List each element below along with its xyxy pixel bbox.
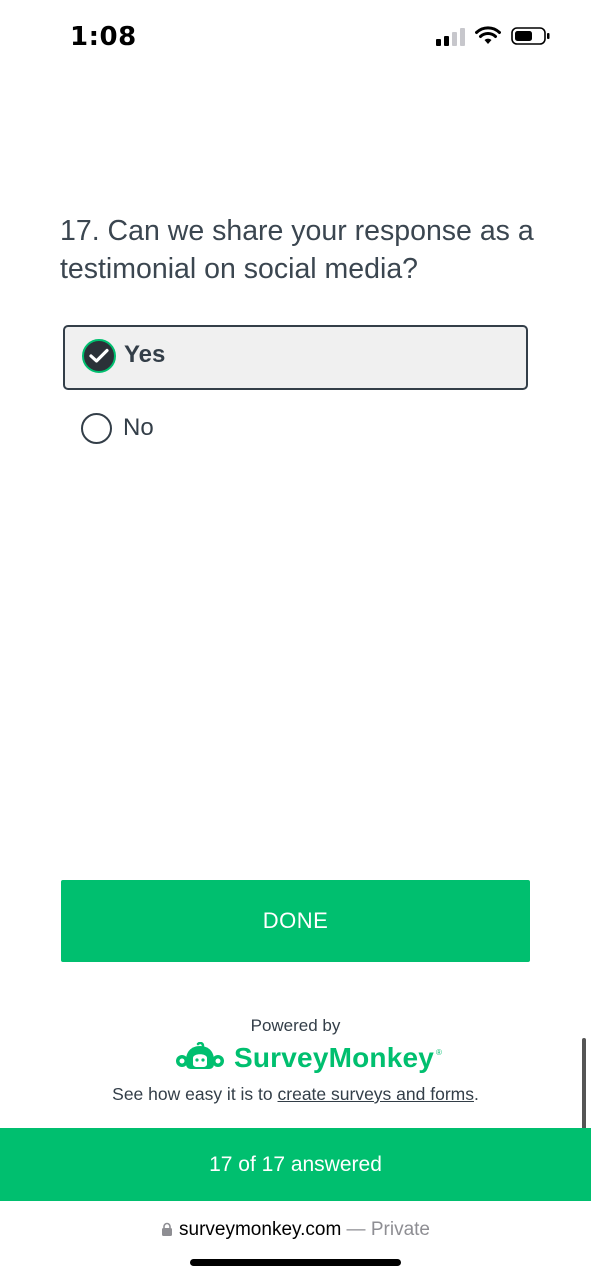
option-no[interactable]: No xyxy=(63,400,528,458)
status-time: 1:08 xyxy=(70,22,137,52)
checkmark-icon xyxy=(82,339,116,373)
brand-trademark: ® xyxy=(436,1048,442,1057)
create-surveys-link[interactable]: create surveys and forms xyxy=(278,1084,474,1104)
done-button[interactable]: DONE xyxy=(61,880,530,962)
wifi-icon xyxy=(475,26,501,44)
url-domain: surveymonkey.com xyxy=(179,1219,342,1240)
question-text: 17. Can we share your response as a test… xyxy=(60,215,534,285)
see-how-text: See how easy it is to create surveys and… xyxy=(0,1084,591,1105)
url-privacy: Private xyxy=(370,1219,430,1240)
status-icons xyxy=(436,26,551,46)
url-line: surveymonkey.com — Private xyxy=(0,1219,591,1241)
url-separator: — xyxy=(341,1219,371,1240)
signal-icon xyxy=(436,26,465,46)
option-no-label: No xyxy=(123,414,154,441)
home-indicator[interactable] xyxy=(190,1259,401,1266)
survey-page: 1:08 17. Can we share your response as a… xyxy=(0,0,591,1280)
lock-icon xyxy=(162,1223,173,1237)
see-how-suffix: . xyxy=(473,1084,479,1104)
see-how-prefix: See how easy it is to xyxy=(112,1084,278,1104)
powered-by-text: Powered by xyxy=(250,1016,341,1035)
brand-name: SurveyMonkey xyxy=(234,1042,435,1073)
progress-text: 17 of 17 answered xyxy=(209,1152,382,1176)
surveymonkey-brand[interactable]: SurveyMonkey ® xyxy=(176,1038,442,1078)
option-yes[interactable]: Yes xyxy=(63,325,528,390)
battery-icon xyxy=(511,27,550,45)
browser-url-bar[interactable]: surveymonkey.com — Private xyxy=(0,1201,591,1280)
option-yes-label: Yes xyxy=(124,341,166,368)
surveymonkey-logo-icon xyxy=(176,1042,224,1069)
progress-bar: 17 of 17 answered xyxy=(0,1128,591,1201)
radio-icon xyxy=(81,413,112,444)
